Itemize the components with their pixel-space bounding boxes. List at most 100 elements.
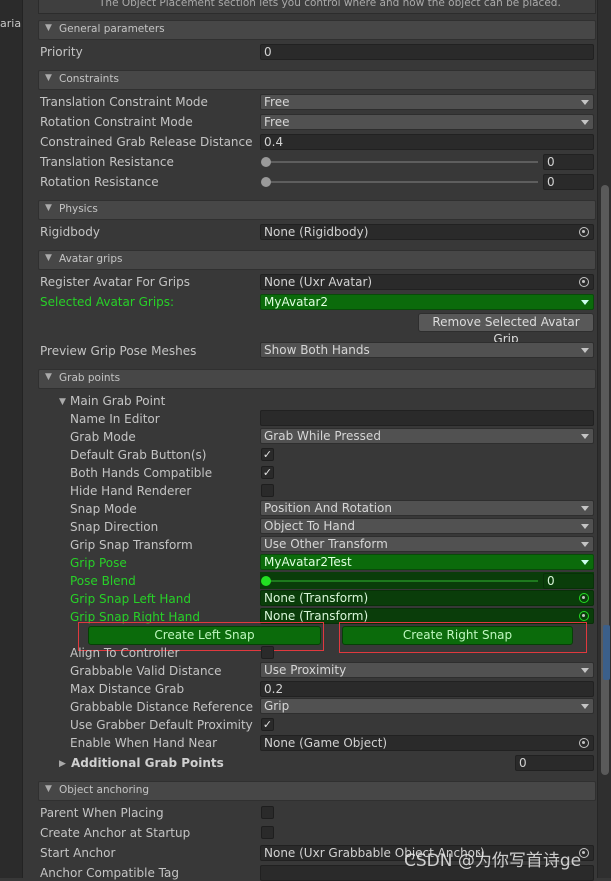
section-grab-points[interactable]: ▼ Grab points — [38, 369, 596, 389]
additional-grab-points-count[interactable]: 0 — [515, 755, 594, 771]
additional-grab-points-label[interactable]: Additional Grab Points — [71, 756, 224, 770]
chevron-down-icon — [581, 120, 589, 125]
foldout-icon: ▼ — [45, 73, 52, 83]
default-grab-buttons-checkbox[interactable]: ✓ — [261, 448, 274, 461]
default-proximity-label: Use Grabber Default Proximity — [70, 718, 253, 732]
object-picker-icon[interactable] — [579, 593, 589, 603]
foldout-icon: ▼ — [45, 253, 52, 263]
section-object-anchoring[interactable]: ▼ Object anchoring — [38, 781, 596, 801]
foldout-collapsed-icon[interactable]: ▶ — [59, 759, 66, 769]
selected-grips-label: Selected Avatar Grips: — [40, 295, 175, 309]
rotation-resistance-field[interactable]: 0 — [543, 174, 594, 190]
pose-blend-field[interactable]: 0 — [543, 573, 594, 589]
object-picker-icon[interactable] — [579, 611, 589, 621]
snap-left-field[interactable]: None (Transform) — [260, 590, 594, 606]
help-box: The Object Placement section lets you co… — [38, 0, 596, 14]
rigidbody-label: Rigidbody — [40, 225, 100, 239]
grab-mode-dropdown[interactable]: Grab While Pressed — [260, 428, 594, 444]
snap-mode-dropdown[interactable]: Position And Rotation — [260, 500, 594, 516]
main-grab-point-label[interactable]: Main Grab Point — [70, 394, 165, 408]
rotation-resistance-label: Rotation Resistance — [40, 175, 159, 189]
translation-resistance-field[interactable]: 0 — [543, 154, 594, 170]
object-picker-icon[interactable] — [579, 738, 589, 748]
grip-snap-transform-dropdown[interactable]: Use Other Transform — [260, 536, 594, 552]
default-proximity-checkbox[interactable]: ✓ — [261, 718, 274, 731]
slider-knob[interactable] — [261, 177, 271, 187]
default-grab-buttons-label: Default Grab Button(s) — [70, 448, 207, 462]
parent-placing-label: Parent When Placing — [40, 806, 164, 820]
priority-field[interactable]: 0 — [260, 44, 594, 60]
translation-constraint-dropdown[interactable]: Free — [260, 94, 594, 110]
scrollbar-marker — [603, 625, 610, 680]
chevron-down-icon — [581, 434, 589, 439]
snap-direction-dropdown[interactable]: Object To Hand — [260, 518, 594, 534]
enable-near-label: Enable When Hand Near — [70, 736, 218, 750]
section-title: Physics — [59, 203, 98, 215]
parent-placing-checkbox[interactable] — [261, 806, 274, 819]
foldout-icon: ▼ — [45, 372, 52, 382]
section-constraints[interactable]: ▼ Constraints — [38, 70, 596, 90]
chevron-down-icon — [581, 506, 589, 511]
both-hands-label: Both Hands Compatible — [70, 466, 213, 480]
register-avatar-field[interactable]: None (Uxr Avatar) — [260, 274, 594, 290]
preview-meshes-label: Preview Grip Pose Meshes — [40, 344, 197, 358]
vertical-scrollbar[interactable] — [597, 0, 611, 878]
preview-meshes-dropdown[interactable]: Show Both Hands — [260, 342, 594, 358]
scrollbar-thumb[interactable] — [601, 185, 609, 775]
snap-left-label: Grip Snap Left Hand — [70, 592, 191, 606]
watermark: CSDN @为你写首诗ge — [404, 851, 582, 871]
section-title: Object anchoring — [59, 784, 150, 796]
object-picker-icon[interactable] — [579, 227, 589, 237]
max-distance-label: Max Distance Grab — [70, 682, 185, 696]
translation-resistance-slider[interactable] — [264, 161, 538, 163]
rotation-constraint-dropdown[interactable]: Free — [260, 114, 594, 130]
pose-blend-slider[interactable] — [266, 580, 538, 582]
release-distance-field[interactable]: 0.4 — [260, 134, 594, 150]
grip-snap-transform-label: Grip Snap Transform — [70, 538, 193, 552]
enable-near-field[interactable]: None (Game Object) — [260, 735, 594, 751]
grip-pose-dropdown[interactable]: MyAvatar2Test — [260, 554, 594, 570]
align-controller-checkbox[interactable] — [261, 646, 274, 659]
section-physics[interactable]: ▼ Physics — [38, 200, 596, 220]
rotation-resistance-slider[interactable] — [264, 181, 538, 183]
pose-blend-label: Pose Blend — [70, 574, 136, 588]
slider-knob[interactable] — [261, 157, 271, 167]
create-left-snap-button[interactable]: Create Left Snap — [88, 626, 321, 645]
max-distance-field[interactable]: 0.2 — [260, 681, 594, 697]
chevron-down-icon — [581, 100, 589, 105]
chevron-down-icon — [581, 704, 589, 709]
section-title: General parameters — [59, 23, 165, 35]
rigidbody-object-field[interactable]: None (Rigidbody) — [260, 224, 594, 240]
priority-label: Priority — [40, 45, 83, 59]
hierarchy-strip: aria — [0, 0, 23, 878]
chevron-down-icon — [581, 668, 589, 673]
both-hands-checkbox[interactable]: ✓ — [261, 466, 274, 479]
section-avatar-grips[interactable]: ▼ Avatar grips — [38, 250, 596, 270]
valid-distance-label: Grabbable Valid Distance — [70, 664, 222, 678]
valid-distance-dropdown[interactable]: Use Proximity — [260, 662, 594, 678]
align-controller-label: Align To Controller — [70, 646, 180, 660]
foldout-icon: ▼ — [45, 203, 52, 213]
section-title: Constraints — [59, 73, 119, 85]
section-title: Avatar grips — [59, 253, 123, 265]
create-anchor-checkbox[interactable] — [261, 826, 274, 839]
chevron-down-icon — [581, 542, 589, 547]
rotation-constraint-label: Rotation Constraint Mode — [40, 115, 193, 129]
chevron-down-icon — [581, 300, 589, 305]
foldout-icon: ▼ — [45, 784, 52, 794]
slider-knob[interactable] — [261, 576, 271, 586]
distance-reference-dropdown[interactable]: Grip — [260, 698, 594, 714]
selected-grips-dropdown[interactable]: MyAvatar2 — [260, 294, 594, 310]
name-in-editor-field[interactable] — [260, 410, 594, 426]
remove-avatar-grip-button[interactable]: Remove Selected Avatar Grip — [418, 313, 594, 346]
foldout-expanded-icon[interactable]: ▼ — [59, 397, 66, 407]
object-picker-icon[interactable] — [579, 277, 589, 287]
release-distance-label: Constrained Grab Release Distance — [40, 135, 253, 149]
section-general[interactable]: ▼ General parameters — [38, 20, 596, 40]
hide-hand-checkbox[interactable] — [261, 484, 274, 497]
foldout-icon: ▼ — [45, 23, 52, 33]
create-anchor-label: Create Anchor at Startup — [40, 826, 191, 840]
create-right-snap-button[interactable]: Create Right Snap — [342, 626, 573, 645]
name-in-editor-label: Name In Editor — [70, 412, 160, 426]
start-anchor-label: Start Anchor — [40, 846, 116, 860]
